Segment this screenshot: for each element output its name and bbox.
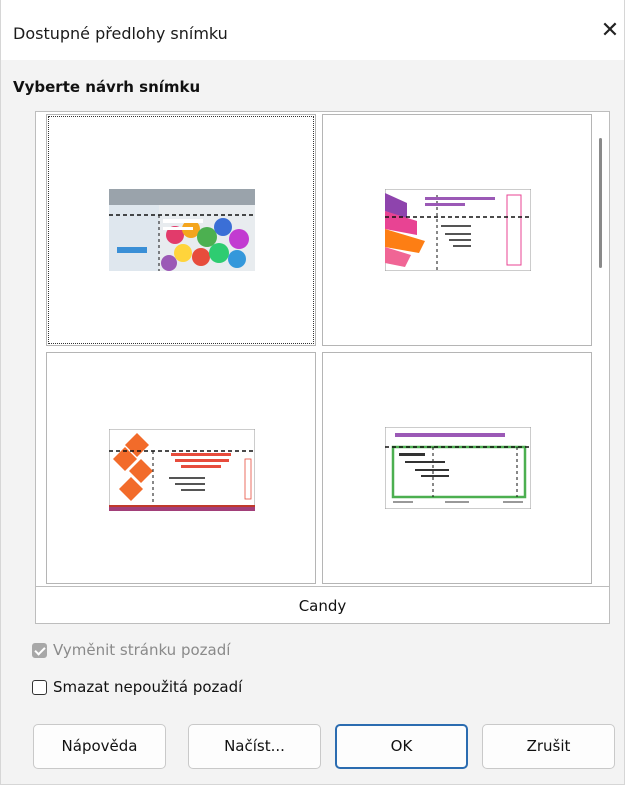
ok-button[interactable]: OK — [335, 724, 468, 769]
close-icon[interactable]: ✕ — [593, 14, 625, 48]
replace-background-label: Vyměnit stránku pozadí — [53, 641, 231, 659]
template-tile-candy[interactable] — [46, 114, 316, 346]
help-button[interactable]: Nápověda — [33, 724, 166, 769]
template-thumbnail — [385, 427, 531, 509]
select-design-label: Vyberte návrh snímku — [13, 78, 201, 96]
replace-background-option: Vyměnit stránku pozadí — [32, 639, 230, 661]
selected-template-name: Candy — [36, 586, 609, 623]
template-gallery: Candy — [35, 111, 610, 624]
template-grid — [36, 112, 592, 586]
title-bar: Dostupné předlohy snímku ✕ — [1, 0, 624, 60]
delete-unused-checkbox[interactable] — [32, 679, 47, 695]
delete-unused-option: Smazat nepoužitá pozadí — [32, 676, 242, 698]
scrollbar-thumb[interactable] — [599, 138, 602, 268]
window-title: Dostupné předlohy snímku — [13, 24, 228, 43]
cancel-button[interactable]: Zrušit — [482, 724, 615, 769]
templates-dialog: Dostupné předlohy snímku ✕ Vyberte návrh… — [0, 0, 625, 785]
load-button[interactable]: Načíst... — [188, 724, 321, 769]
vertical-scrollbar[interactable] — [592, 112, 609, 586]
template-tile-2[interactable] — [322, 114, 592, 346]
delete-unused-label: Smazat nepoužitá pozadí — [53, 678, 243, 696]
template-thumbnail — [109, 189, 255, 271]
template-tile-3[interactable] — [46, 352, 316, 584]
template-thumbnail — [109, 429, 255, 511]
template-tile-4[interactable] — [322, 352, 592, 584]
template-thumbnail — [385, 189, 531, 271]
replace-background-checkbox[interactable] — [32, 642, 47, 658]
